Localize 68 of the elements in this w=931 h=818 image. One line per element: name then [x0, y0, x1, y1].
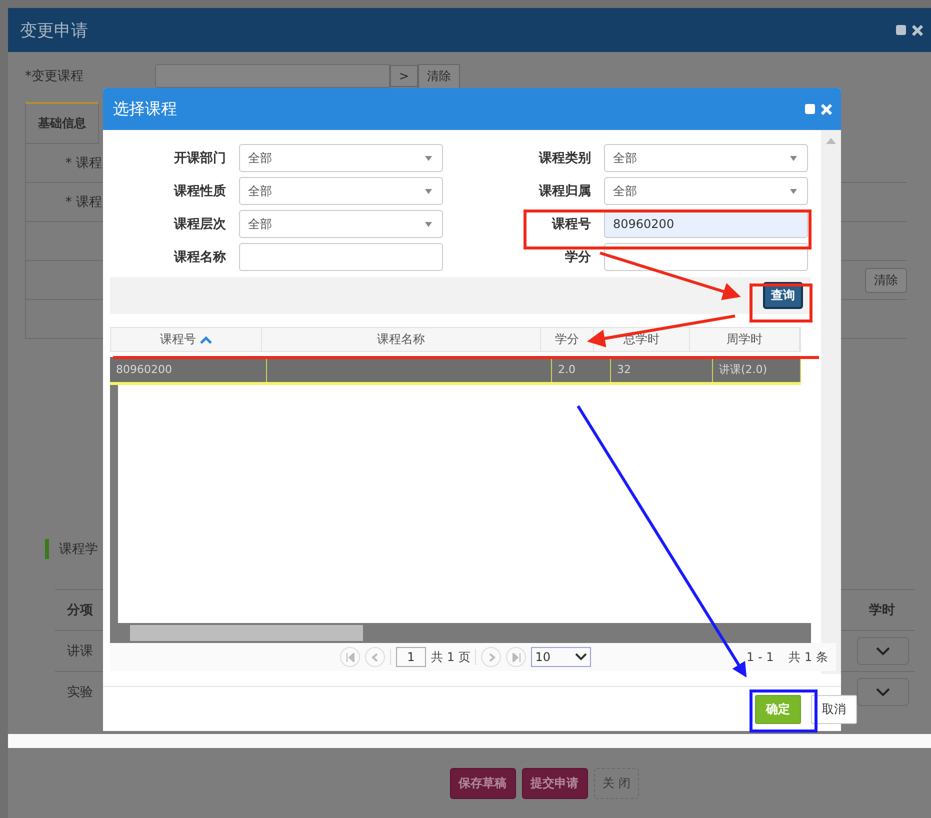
page-input[interactable]: 1 [396, 647, 426, 667]
field-label: 课程类别 [538, 150, 591, 167]
chevron-down-icon [575, 653, 588, 661]
window-title: 变更申请 [20, 20, 89, 42]
record-count: 共 1 条 [788, 648, 828, 666]
dropdown-arrow-icon [425, 188, 432, 194]
first-page-icon [346, 652, 354, 662]
field-label: 课程层次 [172, 216, 226, 233]
field-label: * 课程 [64, 194, 102, 211]
field-label: * 课程 [64, 155, 102, 172]
footer-button[interactable]: 保存草稿 [450, 768, 516, 798]
next-page-button[interactable] [481, 647, 502, 667]
page-size-select[interactable]: 10 [531, 647, 592, 667]
clear-button[interactable]: 清除 [418, 64, 460, 88]
chevron-icon [876, 646, 890, 656]
browse-button[interactable]: > [390, 65, 418, 87]
column-header[interactable]: 课程名称 [262, 328, 541, 351]
dropdown-arrow-icon [425, 222, 432, 226]
input-field[interactable] [239, 243, 443, 271]
select-field[interactable]: 全部 [239, 210, 443, 238]
sort-up-icon [200, 336, 212, 344]
field-label: 课程号 [550, 216, 591, 233]
page-count: 共 1 页 [431, 648, 470, 666]
course-field[interactable] [155, 64, 390, 88]
first-page-button[interactable] [340, 647, 360, 667]
chevron-left-icon [370, 652, 380, 662]
section-title: 课程学 [59, 541, 98, 558]
dialog-button[interactable]: 取消 [811, 694, 857, 724]
dropdown-arrow-icon [790, 156, 797, 160]
field-label: 课程归属 [538, 183, 591, 200]
chevron-right-icon [486, 652, 496, 662]
dropdown-arrow-icon [790, 188, 797, 194]
select-field[interactable]: 全部 [604, 177, 808, 205]
dropdown[interactable] [857, 678, 909, 706]
field-label: 课程名称 [172, 249, 226, 266]
field-label: 开课部门 [173, 150, 226, 167]
close-icon[interactable] [912, 24, 923, 36]
record-range: 1 - 1 [746, 650, 774, 664]
table-header: 学时 [869, 602, 896, 619]
column-header[interactable]: 周学时 [690, 328, 800, 351]
field-label: 课程性质 [172, 183, 226, 200]
highlight-box [750, 690, 818, 732]
select-field[interactable]: 全部 [239, 144, 443, 172]
previous-page-button[interactable] [365, 647, 385, 667]
scroll-up-icon[interactable] [826, 138, 836, 144]
highlight-box [750, 284, 812, 322]
dropdown-arrow-icon [425, 156, 432, 160]
select-field[interactable]: 全部 [239, 177, 443, 205]
dropdown[interactable] [857, 637, 909, 665]
table-row[interactable]: 80960200 2.0 32 讲课(2.0) [110, 357, 801, 385]
table-header: 分项 [66, 602, 94, 619]
last-page-icon [512, 652, 521, 662]
column-header[interactable]: 课程号 [111, 328, 262, 351]
field-label: *变更课程 [25, 68, 84, 85]
maximize-icon[interactable] [896, 25, 906, 35]
clear-button[interactable]: 清除 [865, 268, 907, 292]
last-page-button[interactable] [506, 647, 526, 667]
input-field[interactable] [604, 243, 808, 271]
footer-button[interactable]: 提交申请 [522, 768, 588, 798]
dialog-title: 选择课程 [113, 98, 178, 120]
column-header[interactable]: 学分 [541, 328, 594, 351]
maximize-icon[interactable] [805, 104, 815, 114]
field-label: 学分 [564, 249, 591, 266]
horizontal-scrollbar[interactable] [110, 623, 811, 643]
table-cell-text: 实验 [66, 684, 94, 701]
chevron-icon [876, 688, 890, 696]
select-field[interactable]: 全部 [604, 144, 808, 172]
table-cell-text: 讲课 [66, 643, 94, 660]
